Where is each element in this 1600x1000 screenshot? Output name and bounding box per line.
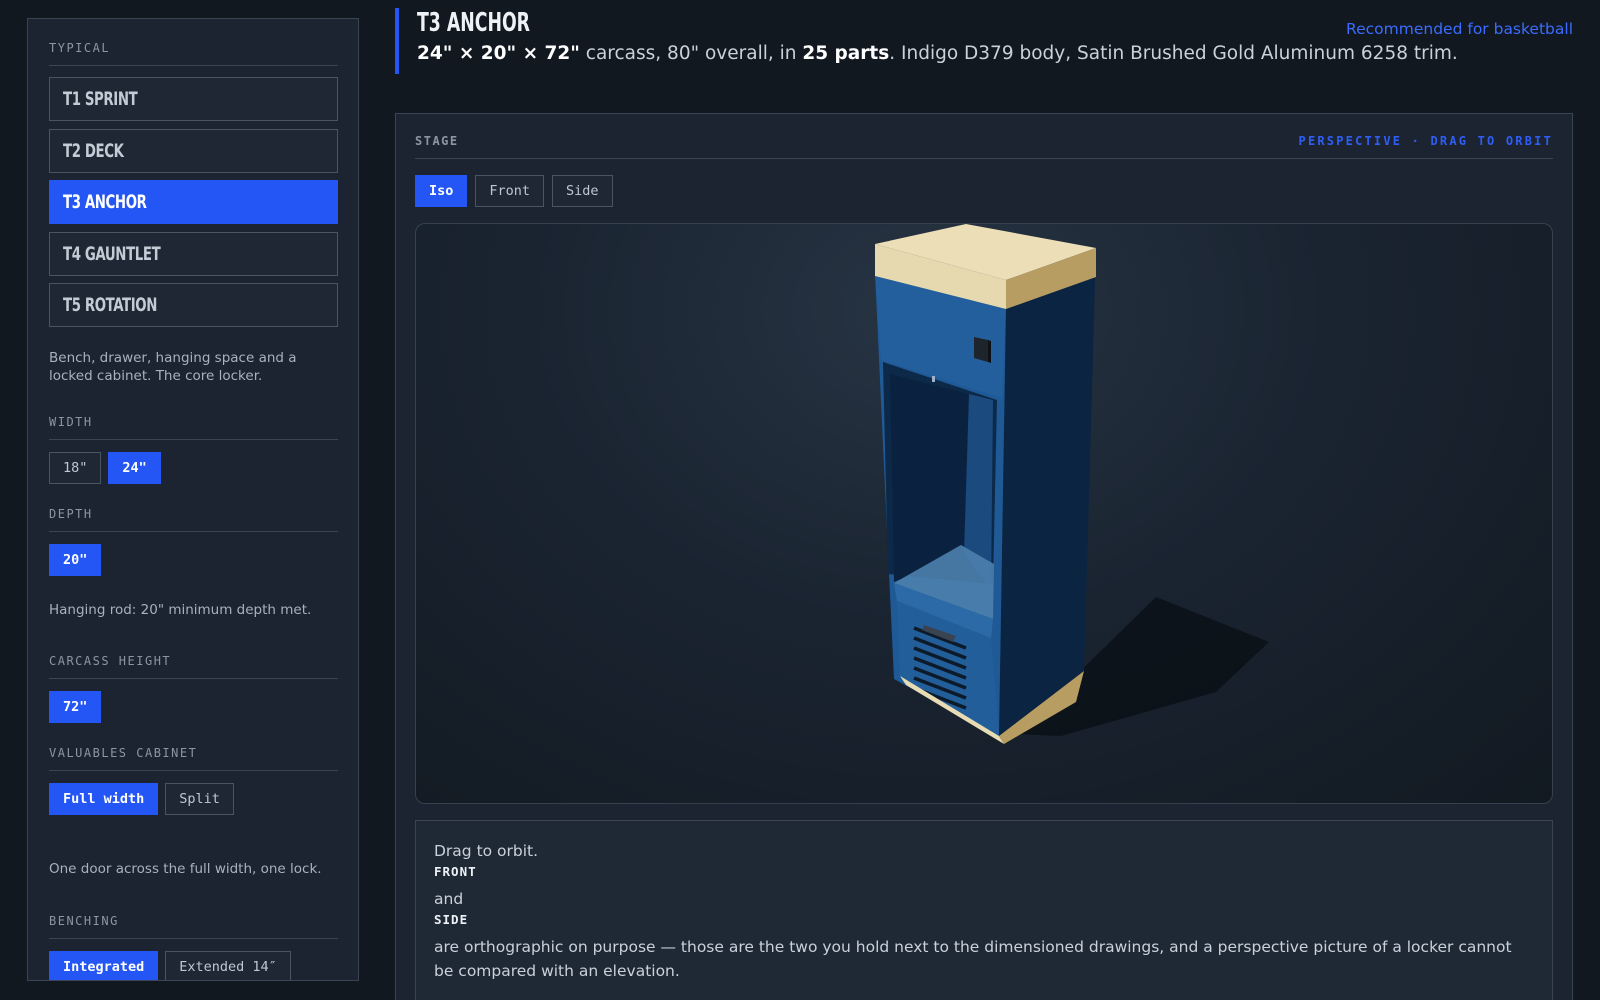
model-item-t3-anchor[interactable]: T3 ANCHOR <box>49 180 338 224</box>
parts-count: 25 parts <box>802 43 890 64</box>
hook-icon <box>932 376 935 382</box>
benching-option-extended[interactable]: Extended 14″ <box>165 951 291 980</box>
recommendation-link[interactable]: Recommended for basketball <box>1346 20 1573 38</box>
depth-option-20[interactable]: 20" <box>49 544 102 576</box>
width-options: 18" 24" <box>49 452 338 484</box>
model-item-t4-gauntlet[interactable]: T4 GAUNTLET <box>49 231 338 276</box>
configurator-sidebar: TYPICAL T1 SPRINT T2 DECK T3 ANCHOR T4 G… <box>27 18 359 981</box>
page-title: T3 ANCHOR <box>417 8 530 38</box>
model-list: T1 SPRINT T2 DECK T3 ANCHOR T4 GAUNTLET … <box>49 77 338 327</box>
model-item-label: T1 SPRINT <box>63 88 138 110</box>
model-item-t1-sprint[interactable]: T1 SPRINT <box>49 77 338 121</box>
model-header: T3 ANCHOR 24" × 20" × 72" carcass, 80" o… <box>395 8 1575 74</box>
view-iso-button[interactable]: Iso <box>415 175 468 207</box>
stage-mode-indicator: PERSPECTIVE · DRAG TO ORBIT <box>1298 134 1553 148</box>
carcass-height-options: 72" <box>49 691 338 723</box>
model-item-t2-deck[interactable]: T2 DECK <box>49 128 338 173</box>
model-description: Bench, drawer, hanging space and a locke… <box>49 350 297 384</box>
depth-label: DEPTH <box>49 507 338 532</box>
width-option-24[interactable]: 24" <box>108 452 161 484</box>
carcass-height-label: CARCASS HEIGHT <box>49 654 338 679</box>
typical-section-label: TYPICAL <box>49 41 338 66</box>
view-side-button[interactable]: Side <box>552 175 613 207</box>
depth-note: Hanging rod: 20" minimum depth met. <box>49 602 312 618</box>
stage-label: STAGE <box>415 134 459 148</box>
orbit-help-panel: Drag to orbit. FRONT and SIDE are orthog… <box>415 820 1553 1000</box>
view-front-button[interactable]: Front <box>475 175 545 207</box>
stage-header: STAGE PERSPECTIVE · DRAG TO ORBIT <box>415 134 1553 159</box>
model-item-label: T4 GAUNTLET <box>63 242 161 265</box>
locker-side-panel <box>999 248 1096 736</box>
valuables-option-full-width[interactable]: Full width <box>49 783 159 815</box>
help-line-3: are orthographic on purpose — those are … <box>434 938 1512 980</box>
lock-icon <box>974 337 988 362</box>
width-option-18[interactable]: 18" <box>49 452 102 484</box>
locker-render <box>875 224 1269 744</box>
model-dimensions: 24" × 20" × 72" <box>417 43 580 64</box>
valuables-cabinet-options: Full width Split <box>49 783 338 815</box>
benching-options: Integrated Extended 14″ <box>49 951 338 980</box>
carcass-height-option-72[interactable]: 72" <box>49 691 102 723</box>
lock-side <box>988 340 991 363</box>
3d-viewport[interactable] <box>415 223 1553 804</box>
stage-panel: STAGE PERSPECTIVE · DRAG TO ORBIT Iso Fr… <box>395 113 1573 1000</box>
view-toggle: Iso Front Side <box>415 175 1553 207</box>
model-item-t5-rotation[interactable]: T5 ROTATION <box>49 283 338 327</box>
valuables-option-split[interactable]: Split <box>165 783 234 815</box>
summary-text-1: carcass, 80" overall, in <box>579 43 803 64</box>
benching-option-integrated[interactable]: Integrated <box>49 951 159 980</box>
depth-options: 20" <box>49 544 338 576</box>
front-keyword: FRONT <box>434 864 477 879</box>
width-label: WIDTH <box>49 415 338 440</box>
summary-text-2: . Indigo D379 body, Satin Brushed Gold A… <box>889 43 1458 64</box>
benching-label: BENCHING <box>49 914 338 939</box>
model-item-label: T5 ROTATION <box>63 294 157 316</box>
model-item-label: T2 DECK <box>63 139 124 162</box>
valuables-cabinet-label: VALUABLES CABINET <box>49 746 338 771</box>
model-item-label: T3 ANCHOR <box>63 191 147 213</box>
model-summary: 24" × 20" × 72" carcass, 80" overall, in… <box>417 43 1575 64</box>
help-line-1: Drag to orbit. <box>434 842 539 860</box>
valuables-note: One door across the full width, one lock… <box>49 861 322 877</box>
side-keyword: SIDE <box>434 912 469 927</box>
help-line-2: and <box>434 890 464 908</box>
